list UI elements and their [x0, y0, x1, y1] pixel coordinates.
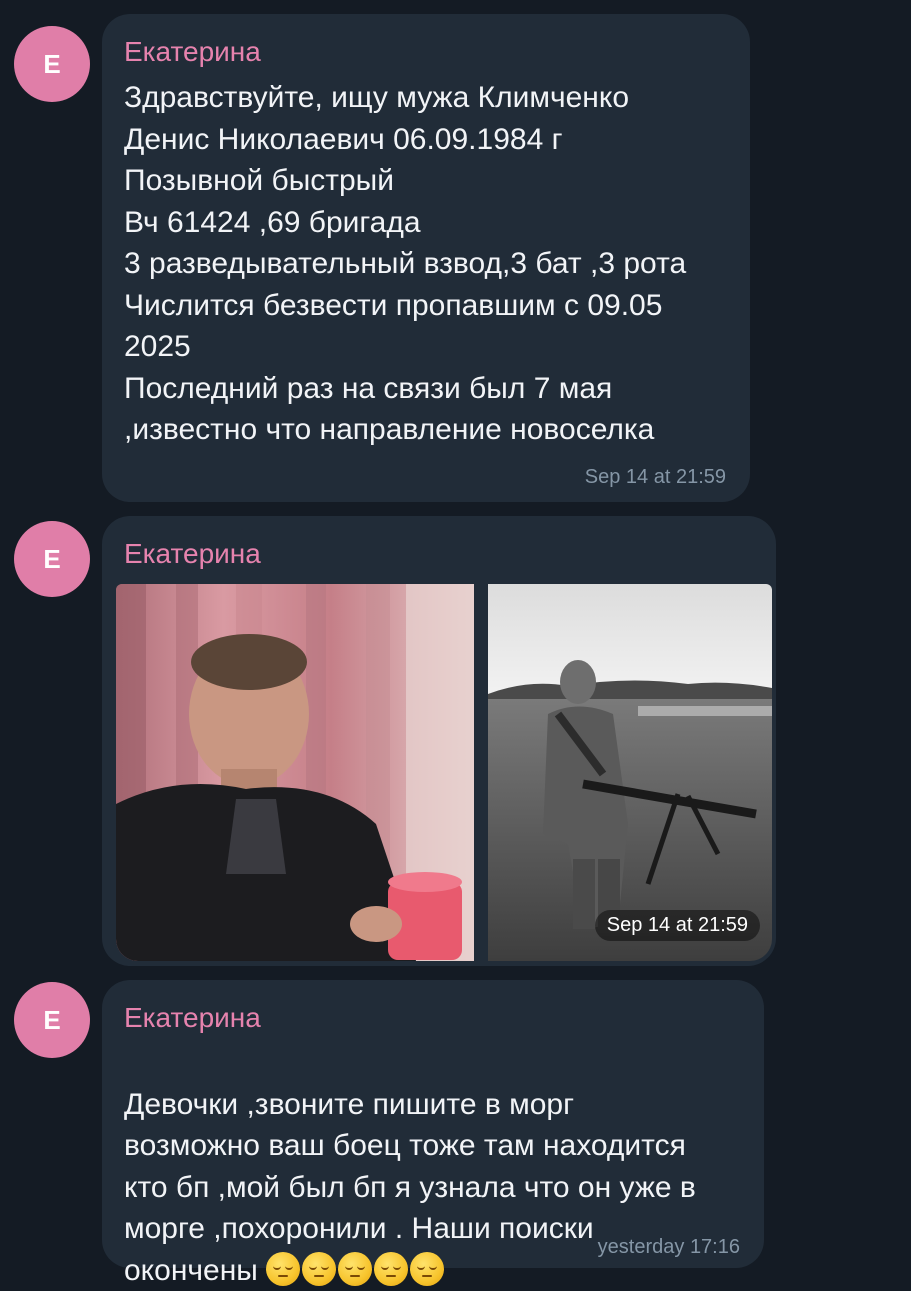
message-bubble[interactable]: Екатерина Sep 14 at 21:59 — [102, 516, 776, 966]
photo-image — [116, 584, 474, 961]
photo-soldier-with-machine-gun[interactable]: Sep 14 at 21:59 — [488, 584, 772, 961]
emoji-row — [265, 1251, 446, 1287]
message-timestamp: Sep 14 at 21:59 — [584, 466, 726, 488]
photo-man-with-cup[interactable] — [116, 584, 474, 961]
pensive-face-emoji — [373, 1251, 408, 1286]
sender-name[interactable]: Екатерина — [124, 1002, 261, 1034]
pensive-face-emoji — [265, 1251, 300, 1286]
message-1[interactable]: Е Екатерина Здравствуйте, ищу мужа Климч… — [0, 14, 911, 504]
pensive-face-emoji — [337, 1251, 372, 1286]
message-text: Здравствуйте, ищу мужа Климченко Денис Н… — [124, 81, 687, 446]
message-3[interactable]: Е Екатерина Девочки ,звоните пишите в мо… — [0, 980, 911, 1287]
message-timestamp: yesterday 17:16 — [597, 1236, 740, 1258]
avatar[interactable]: Е — [14, 982, 90, 1058]
sender-name[interactable]: Екатерина — [124, 36, 261, 68]
avatar[interactable]: Е — [14, 26, 90, 102]
sender-name[interactable]: Екатерина — [124, 538, 261, 570]
pensive-face-emoji — [301, 1251, 336, 1286]
message-2[interactable]: Е Екатерина Sep 14 at 21:59 — [0, 516, 911, 968]
message-bubble[interactable]: Екатерина Девочки ,звоните пишите в морг… — [102, 980, 764, 1287]
photo-timestamp: Sep 14 at 21:59 — [594, 910, 760, 941]
avatar[interactable]: Е — [14, 521, 90, 597]
message-bubble[interactable]: Екатерина Здравствуйте, ищу мужа Климчен… — [102, 14, 750, 502]
pensive-face-emoji — [409, 1251, 444, 1286]
photo-image — [488, 584, 772, 961]
